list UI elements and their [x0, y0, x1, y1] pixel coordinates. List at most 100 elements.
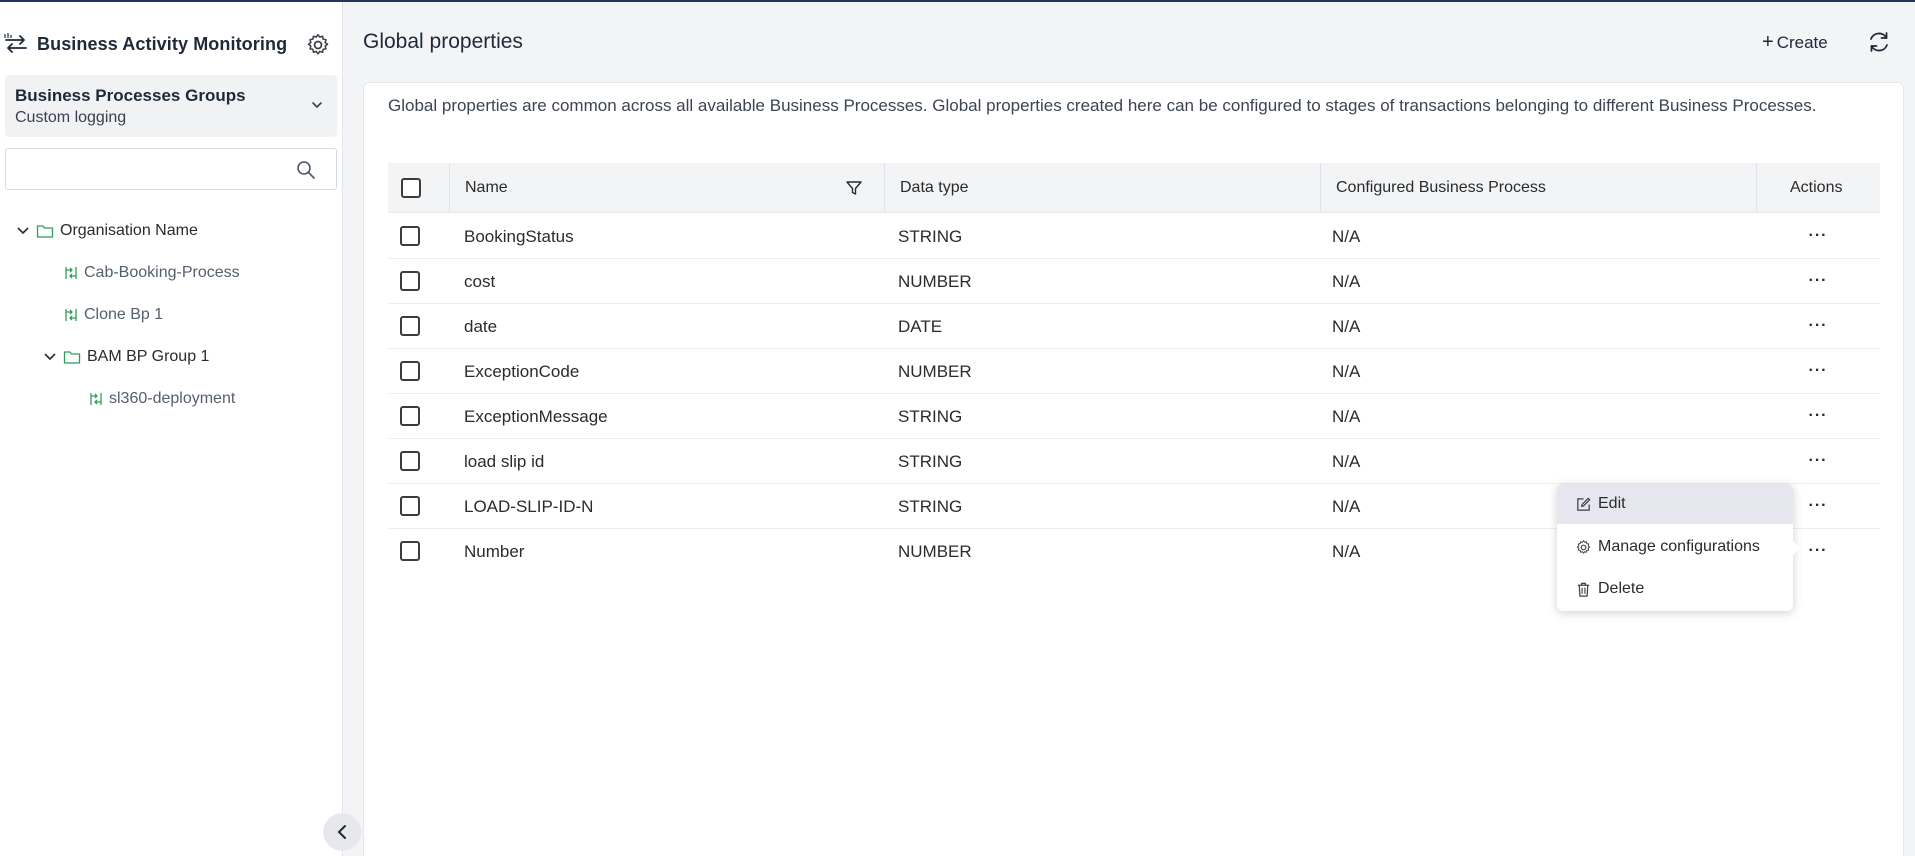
column-divider [1320, 163, 1321, 213]
cell-name: date [464, 316, 498, 336]
tree-item-label: BAM BP Group 1 [87, 348, 210, 365]
row-checkbox[interactable] [400, 361, 420, 381]
edit-icon [1577, 497, 1591, 511]
filter-icon[interactable] [845, 179, 863, 197]
page-description: Global properties are common across all … [388, 96, 1817, 115]
folder-icon [36, 225, 54, 238]
menu-item-edit[interactable]: Edit [1557, 484, 1793, 524]
row-actions-more-icon[interactable]: ··· [1806, 406, 1830, 426]
column-header-name[interactable]: Name [465, 163, 508, 213]
sidebar-search [5, 148, 337, 190]
row-actions-more-icon[interactable]: ··· [1806, 271, 1830, 291]
cell-data-type: STRING [898, 496, 963, 516]
row-checkbox[interactable] [400, 541, 420, 561]
sidebar: Business Activity Monitoring Business Pr… [0, 2, 343, 856]
select-all-checkbox[interactable] [401, 178, 421, 198]
app-title: Business Activity Monitoring [37, 34, 288, 54]
cell-configured-bp: N/A [1332, 226, 1361, 246]
trash-icon [1577, 582, 1590, 597]
table-row: load slip id STRING N/A ··· [388, 439, 1880, 484]
tree-item-label: Organisation Name [60, 222, 198, 239]
page-title: Global properties [363, 30, 523, 53]
global-properties-panel: Global properties are common across all … [363, 82, 1904, 856]
group-selector-title: Business Processes Groups [15, 86, 246, 105]
cell-configured-bp: N/A [1332, 406, 1361, 426]
cell-data-type: NUMBER [898, 541, 972, 561]
row-checkbox[interactable] [400, 226, 420, 246]
cell-name: cost [464, 271, 496, 291]
column-header-data-type[interactable]: Data type [900, 163, 968, 213]
tree-item-label: Clone Bp 1 [84, 306, 164, 323]
table-row: ExceptionMessage STRING N/A ··· [388, 394, 1880, 439]
gear-icon [1576, 539, 1591, 554]
row-actions-more-icon[interactable]: ··· [1806, 496, 1830, 516]
chevron-left-icon [337, 825, 346, 839]
brand-header: Business Activity Monitoring [0, 28, 343, 60]
cell-configured-bp: N/A [1332, 361, 1361, 381]
row-actions-more-icon[interactable]: ··· [1806, 541, 1830, 561]
column-header-configured-bp[interactable]: Configured Business Process [1336, 163, 1546, 213]
column-header-actions: Actions [1790, 179, 1843, 196]
menu-pointer [1793, 541, 1800, 555]
row-actions-more-icon[interactable]: ··· [1806, 316, 1830, 336]
collapse-sidebar-button[interactable] [323, 813, 361, 851]
refresh-icon[interactable] [1866, 29, 1892, 55]
search-input[interactable] [14, 157, 284, 181]
settings-gear-icon[interactable] [305, 32, 331, 58]
chevron-down-icon[interactable] [43, 350, 57, 364]
search-icon[interactable] [296, 160, 316, 180]
tree-item-organisation[interactable]: Organisation Name [16, 217, 198, 245]
tree-item-business-process[interactable]: Clone Bp 1 [63, 301, 163, 329]
chevron-down-icon [312, 102, 322, 109]
table-header: Name Data type Configured Business Proce… [388, 163, 1880, 213]
table-row: cost NUMBER N/A ··· [388, 259, 1880, 304]
cell-name: LOAD-SLIP-ID-N [464, 496, 594, 516]
menu-item-delete[interactable]: Delete [1557, 569, 1793, 609]
row-actions-more-icon[interactable]: ··· [1806, 361, 1830, 381]
create-button[interactable]: + Create [1762, 31, 1828, 55]
cell-data-type: NUMBER [898, 271, 972, 291]
cell-data-type: STRING [898, 451, 963, 471]
create-button-label: Create [1776, 33, 1828, 52]
menu-item-manage-configurations[interactable]: Manage configurations [1557, 527, 1793, 567]
table-row: ExceptionCode NUMBER N/A ··· [388, 349, 1880, 394]
plus-icon: + [1762, 31, 1774, 53]
cell-data-type: STRING [898, 226, 963, 246]
row-checkbox[interactable] [400, 496, 420, 516]
folder-icon [63, 351, 81, 364]
tree-item-bp-group[interactable]: BAM BP Group 1 [43, 343, 209, 371]
row-checkbox[interactable] [400, 316, 420, 336]
business-process-icon [65, 309, 77, 321]
table-row: BookingStatus STRING N/A ··· [388, 214, 1880, 259]
row-checkbox[interactable] [400, 271, 420, 291]
cell-data-type: DATE [898, 316, 943, 336]
business-process-icon [65, 267, 77, 279]
cell-configured-bp: N/A [1332, 451, 1361, 471]
cell-configured-bp: N/A [1332, 316, 1361, 336]
cell-name: ExceptionCode [464, 361, 580, 381]
cell-name: load slip id [464, 451, 545, 471]
row-actions-more-icon[interactable]: ··· [1806, 226, 1830, 246]
row-actions-more-icon[interactable]: ··· [1806, 451, 1830, 471]
cell-configured-bp: N/A [1332, 496, 1361, 516]
row-checkbox[interactable] [400, 406, 420, 426]
tree-item-business-process[interactable]: Cab-Booking-Process [63, 259, 240, 287]
menu-item-label: Edit [1598, 495, 1626, 512]
column-divider [884, 163, 885, 213]
table-row: date DATE N/A ··· [388, 304, 1880, 349]
business-process-group-selector[interactable]: Business Processes Groups Custom logging [5, 75, 337, 137]
cell-name: ExceptionMessage [464, 406, 608, 426]
tree-item-label: sl360-deployment [109, 390, 236, 407]
cell-data-type: STRING [898, 406, 963, 426]
cell-configured-bp: N/A [1332, 541, 1361, 561]
group-selector-subtitle: Custom logging [15, 109, 127, 126]
tree-item-business-process[interactable]: sl360-deployment [88, 385, 235, 413]
business-process-icon [90, 393, 102, 405]
row-actions-menu: Edit Manage configurations Delete [1557, 484, 1793, 611]
menu-item-label: Manage configurations [1598, 538, 1760, 555]
column-divider [1756, 163, 1757, 213]
cell-name: BookingStatus [464, 226, 574, 246]
cell-configured-bp: N/A [1332, 271, 1361, 291]
row-checkbox[interactable] [400, 451, 420, 471]
chevron-down-icon[interactable] [16, 224, 30, 238]
